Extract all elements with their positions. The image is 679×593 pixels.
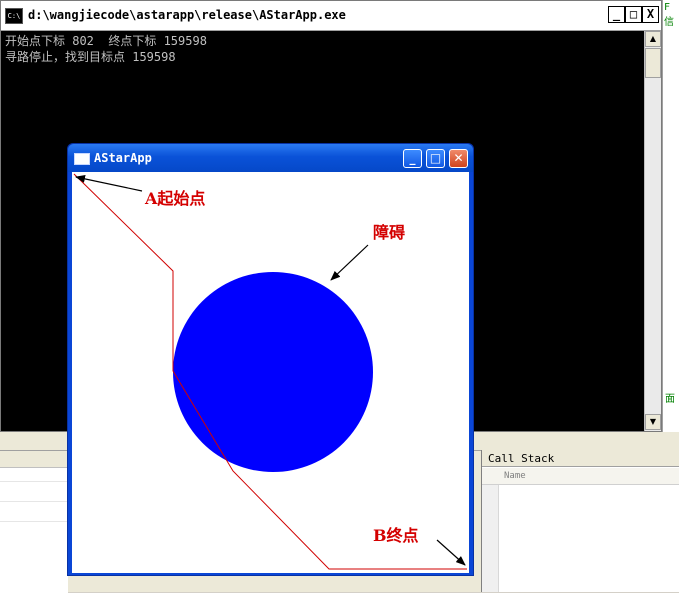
ide-output-row [0,521,68,522]
call-stack-pane: Call Stack Name [481,450,679,592]
pathfinding-drawing [73,173,467,570]
astarapp-canvas[interactable] [72,172,469,573]
obstacle-label: 障碍 [373,223,406,242]
ide-output-header [0,451,68,468]
console-maximize-button[interactable]: □ [625,6,642,23]
console-line-2: 寻路停止，找到目标点 159598 [5,50,176,64]
console-vertical-scrollbar[interactable]: ▲ ▼ [644,31,661,431]
ide-output-row [0,481,68,482]
scroll-up-icon[interactable]: ▲ [645,31,661,47]
ide-editor-text-bottom: 面 [665,394,675,405]
astarapp-minimize-button[interactable]: _ [403,149,422,168]
start-arrow [75,174,143,192]
start-point-label: A起始点 [145,189,206,208]
scroll-down-icon[interactable]: ▼ [645,414,661,430]
astarapp-title: AStarApp [94,151,152,165]
obstacle-arrow [330,244,369,281]
console-titlebar[interactable]: C:\ d:\wangjiecode\astarapp\release\ASta… [1,1,661,31]
ide-editor-text-top: F信 [664,2,674,28]
astarapp-window: AStarApp _ □ ✕ [67,143,474,576]
console-title: d:\wangjiecode\astarapp\release\AStarApp… [28,8,346,22]
window-app-icon[interactable] [74,153,90,165]
astarapp-titlebar[interactable]: AStarApp _ □ ✕ [68,144,473,172]
console-close-button[interactable]: X [642,6,659,23]
console-line-1: 开始点下标 802 终点下标 159598 [5,34,207,48]
console-minimize-button[interactable]: _ [608,6,625,23]
call-stack-title: Call Stack [482,450,679,467]
call-stack-column-header[interactable]: Name [482,468,679,485]
end-arrow [436,539,466,566]
console-scroll-thumb[interactable] [645,48,661,78]
ide-output-row [0,501,68,502]
ide-editor-edge [662,0,679,440]
astarapp-maximize-button[interactable]: □ [426,149,445,168]
astarapp-close-button[interactable]: ✕ [449,149,468,168]
call-stack-name-column[interactable]: Name [504,468,526,484]
call-stack-gutter [482,468,499,592]
end-point-label: B终点 [373,526,419,545]
obstacle-circle [173,272,373,472]
ide-output-pane [0,450,68,593]
console-system-icon[interactable]: C:\ [5,8,23,24]
